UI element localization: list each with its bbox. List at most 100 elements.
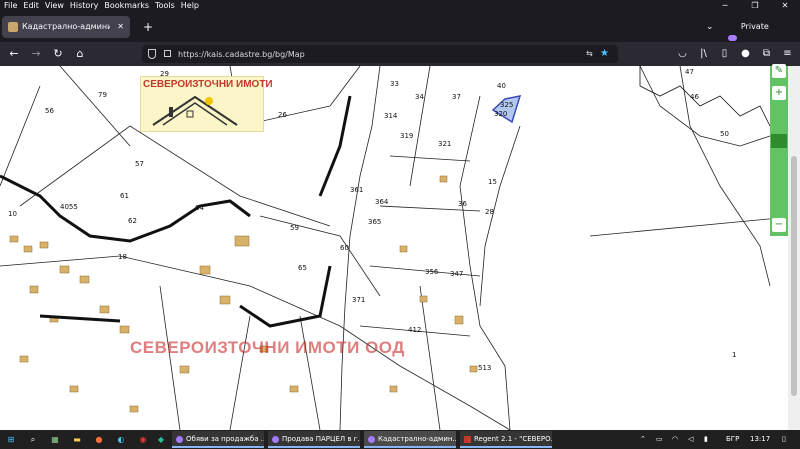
network-icon[interactable]: ▭ bbox=[656, 432, 663, 447]
menu-bookmarks[interactable]: Bookmarks bbox=[104, 1, 149, 10]
site-favicon-icon bbox=[8, 22, 18, 32]
wifi-icon[interactable]: ◠ bbox=[672, 432, 678, 447]
pocket-icon[interactable]: ◡ bbox=[672, 44, 693, 64]
taskbar-window-2[interactable]: Продава ПАРЦЕЛ в г... bbox=[268, 431, 360, 448]
private-window-icon bbox=[176, 436, 183, 443]
svg-text:46: 46 bbox=[690, 93, 699, 101]
svg-text:57: 57 bbox=[135, 160, 144, 168]
menu-help[interactable]: Help bbox=[181, 1, 199, 10]
svg-text:36: 36 bbox=[458, 200, 467, 208]
zoom-slider-handle[interactable] bbox=[771, 134, 787, 148]
menu-file[interactable]: File bbox=[4, 1, 17, 10]
agency-watermark: СЕВЕРОИЗТОЧНИ ИМОТИ ООД bbox=[130, 338, 405, 357]
house-logo-icon bbox=[152, 95, 238, 126]
svg-text:321: 321 bbox=[438, 140, 451, 148]
translate-icon[interactable]: ⇆ bbox=[586, 45, 593, 63]
svg-text:40: 40 bbox=[497, 82, 506, 90]
svg-text:1: 1 bbox=[732, 351, 736, 359]
sidebar-icon[interactable]: ▯ bbox=[714, 44, 735, 64]
scrollbar-thumb[interactable] bbox=[791, 156, 797, 396]
windows-taskbar: ⊞ ⌕ ▦ ▬ ● ◐ ◉ ◆ Обяви за продажба ... Пр… bbox=[0, 430, 800, 449]
home-button[interactable]: ⌂ bbox=[70, 44, 90, 64]
svg-text:513: 513 bbox=[478, 364, 491, 372]
taskbar-window-1[interactable]: Обяви за продажба ... bbox=[172, 431, 264, 448]
clock[interactable]: 13:17 bbox=[750, 432, 770, 447]
new-tab-button[interactable]: + bbox=[138, 16, 158, 38]
zoom-out-button[interactable]: − bbox=[772, 218, 786, 232]
window-controls: ─ ❐ ✕ bbox=[710, 0, 800, 12]
forward-button[interactable]: → bbox=[26, 44, 46, 64]
windows-start-icon[interactable]: ⊞ bbox=[4, 432, 18, 447]
firefox-icon[interactable]: ● bbox=[92, 432, 106, 447]
tab-close-icon[interactable]: ✕ bbox=[117, 16, 124, 38]
regent-app-icon bbox=[464, 436, 471, 443]
search-icon[interactable]: ⌕ bbox=[26, 432, 40, 447]
svg-text:50: 50 bbox=[720, 130, 729, 138]
menu-edit[interactable]: Edit bbox=[23, 1, 39, 10]
cadastral-map[interactable]: 29 79 56 26 57 61 4055 64 62 59 65 60 33 34 37 40 4… bbox=[0, 66, 800, 430]
svg-text:325: 325 bbox=[500, 101, 513, 109]
private-window-icon bbox=[368, 436, 375, 443]
svg-text:64: 64 bbox=[195, 204, 204, 212]
svg-text:28: 28 bbox=[485, 208, 494, 216]
close-window-button[interactable]: ✕ bbox=[770, 0, 800, 12]
address-input[interactable] bbox=[178, 45, 558, 63]
parcel-map-svg: 297956 265761 4055 6462 596560 3334 37 404… bbox=[0, 66, 800, 430]
svg-text:61: 61 bbox=[120, 192, 129, 200]
svg-text:371: 371 bbox=[352, 296, 365, 304]
zoom-in-button[interactable]: + bbox=[772, 86, 786, 100]
maximize-button[interactable]: ❐ bbox=[740, 0, 770, 12]
menu-tools[interactable]: Tools bbox=[155, 1, 175, 10]
svg-text:60: 60 bbox=[340, 244, 349, 252]
navigation-toolbar: ← → ↻ ⌂ ⇆ ★ ◡ |\ ▯ ● ⧉ ≡ bbox=[0, 42, 800, 66]
map-zoom-panel: ✎ + − bbox=[770, 64, 788, 236]
taskbar-window-4[interactable]: Regent 2.1 - "СЕВЕРО... bbox=[460, 431, 552, 448]
task-view-icon[interactable]: ▦ bbox=[48, 432, 62, 447]
menu-history[interactable]: History bbox=[70, 1, 98, 10]
menu-view[interactable]: View bbox=[45, 1, 64, 10]
svg-text:34: 34 bbox=[415, 93, 424, 101]
account-icon[interactable]: ● bbox=[735, 44, 756, 64]
svg-text:347: 347 bbox=[450, 270, 463, 278]
toolbar-right: ◡ |\ ▯ ● ⧉ ≡ bbox=[672, 44, 798, 64]
taskbar-window-3[interactable]: Кадастрално-админ... bbox=[364, 431, 456, 448]
svg-text:65: 65 bbox=[298, 264, 307, 272]
svg-text:37: 37 bbox=[452, 93, 461, 101]
edge-icon[interactable]: ◐ bbox=[114, 432, 128, 447]
reload-button[interactable]: ↻ bbox=[48, 44, 68, 64]
back-button[interactable]: ← bbox=[4, 44, 24, 64]
notifications-icon[interactable]: ▯ bbox=[782, 432, 786, 447]
menu-icon[interactable]: ≡ bbox=[777, 44, 798, 64]
lock-icon[interactable] bbox=[164, 50, 171, 57]
private-window-icon bbox=[272, 436, 279, 443]
tray-chevron-icon[interactable]: ⌃ bbox=[640, 432, 646, 447]
svg-text:365: 365 bbox=[368, 218, 381, 226]
file-explorer-icon[interactable]: ▬ bbox=[70, 432, 84, 447]
tab-list-chevron-icon[interactable]: ⌄ bbox=[706, 16, 714, 38]
svg-text:412: 412 bbox=[408, 326, 421, 334]
volume-icon[interactable]: ◁ bbox=[688, 432, 693, 447]
library-icon[interactable]: |\ bbox=[693, 44, 714, 64]
battery-icon[interactable]: ▮ bbox=[704, 432, 708, 447]
edit-pencil-icon[interactable]: ✎ bbox=[772, 64, 786, 78]
tab-active[interactable]: Кадастрално-административ ✕ bbox=[2, 16, 130, 38]
bookmark-star-icon[interactable]: ★ bbox=[600, 45, 609, 63]
app-icon[interactable]: ◆ bbox=[154, 432, 168, 447]
language-indicator[interactable]: БГР bbox=[726, 432, 739, 447]
svg-text:314: 314 bbox=[384, 112, 398, 120]
extensions-icon[interactable]: ⧉ bbox=[756, 44, 777, 64]
svg-text:356: 356 bbox=[425, 268, 439, 276]
minimize-button[interactable]: ─ bbox=[710, 0, 740, 12]
tab-title: Кадастрално-административ bbox=[22, 22, 110, 31]
svg-text:4055: 4055 bbox=[60, 203, 78, 211]
svg-text:33: 33 bbox=[390, 80, 399, 88]
svg-text:59: 59 bbox=[290, 224, 299, 232]
tracking-shield-icon[interactable] bbox=[148, 49, 156, 59]
agency-logo-title: СЕВЕРОИЗТОЧНИ ИМОТИ bbox=[143, 79, 273, 90]
svg-text:361: 361 bbox=[350, 186, 363, 194]
chrome-icon[interactable]: ◉ bbox=[136, 432, 150, 447]
svg-text:364: 364 bbox=[375, 198, 389, 206]
svg-text:319: 319 bbox=[400, 132, 413, 140]
page-scrollbar[interactable] bbox=[788, 66, 800, 430]
url-bar[interactable]: ⇆ ★ bbox=[142, 45, 618, 63]
